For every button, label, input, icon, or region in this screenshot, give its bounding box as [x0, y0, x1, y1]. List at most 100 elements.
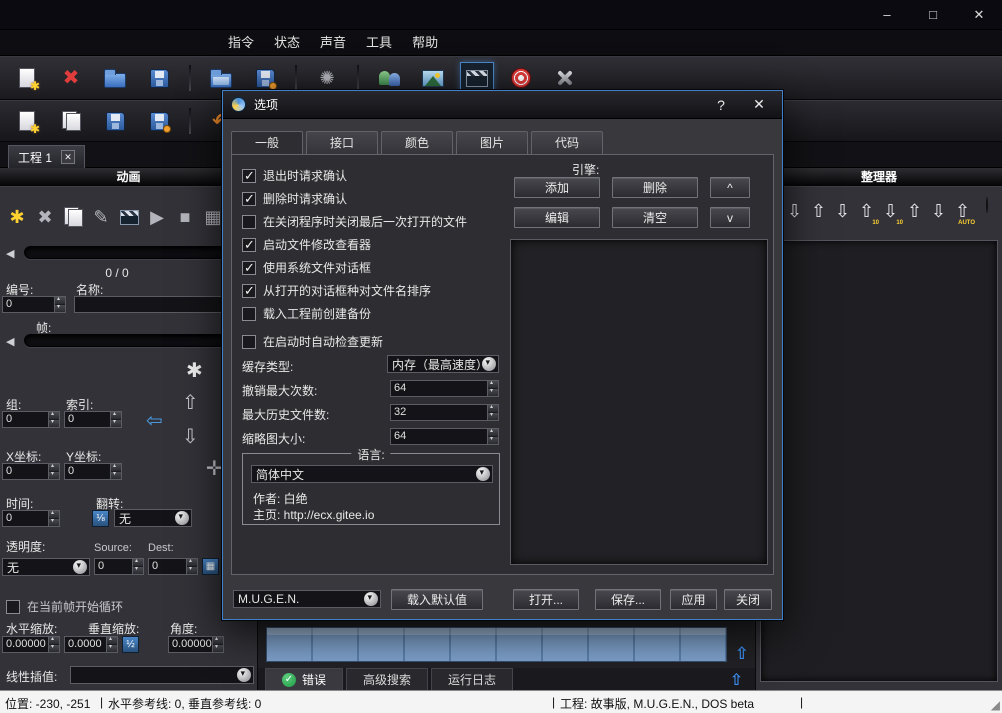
stepper[interactable]	[487, 405, 498, 420]
down-10-icon[interactable]: ⇩10	[879, 198, 902, 226]
stepper[interactable]	[487, 429, 498, 444]
frame-up-icon[interactable]: ⇧	[182, 390, 199, 415]
tab-errors[interactable]: ✓ 错误	[265, 668, 343, 690]
open-button[interactable]: 打开...	[513, 589, 579, 610]
stepper[interactable]	[106, 637, 117, 652]
copy-item-button[interactable]	[54, 105, 88, 137]
stepper[interactable]	[48, 511, 59, 526]
vscale-spinner[interactable]: 0.0000	[64, 636, 118, 653]
check-updates-row[interactable]: 在启动时自动检查更新	[242, 333, 383, 350]
tab-images[interactable]: 图片	[456, 131, 528, 155]
menu-item-tools[interactable]: 工具	[356, 30, 402, 56]
engine-list[interactable]	[510, 239, 768, 565]
dialog-help-button[interactable]: ?	[706, 97, 736, 113]
interp-dropdown[interactable]	[70, 666, 254, 684]
close-button[interactable]: ✕	[956, 0, 1002, 30]
timeline-up-icon[interactable]: ⇧	[735, 644, 749, 664]
stepper[interactable]	[132, 559, 143, 574]
stepper[interactable]	[48, 464, 59, 479]
stepper[interactable]	[186, 559, 197, 574]
group-spinner[interactable]: 0	[2, 411, 60, 428]
engine-clear-button[interactable]: 清空	[612, 207, 698, 228]
tab-code[interactable]: 代码	[531, 131, 603, 155]
close-project-button[interactable]: ✖	[54, 62, 88, 94]
tab-project-1[interactable]: 工程 1 ✕	[8, 145, 85, 168]
menu-item-help[interactable]: 帮助	[402, 30, 448, 56]
engine-delete-button[interactable]: 删除	[612, 177, 698, 198]
stepper[interactable]	[110, 464, 121, 479]
up-one-icon[interactable]: ⇧	[807, 198, 830, 226]
timeline-track[interactable]	[266, 627, 727, 662]
checkbox[interactable]	[242, 215, 256, 229]
engine-edit-button[interactable]: 编辑	[514, 207, 600, 228]
palette-button[interactable]	[975, 198, 998, 226]
confirm-delete-row[interactable]: 删除时请求确认	[242, 190, 347, 207]
animation-slider[interactable]	[24, 246, 230, 259]
time-spinner[interactable]: 0	[2, 510, 60, 527]
index-spinner[interactable]: 0	[64, 411, 122, 428]
checkbox[interactable]	[242, 169, 256, 183]
close-tab-icon[interactable]: ✕	[61, 150, 75, 164]
language-dropdown[interactable]: 简体中文	[251, 465, 493, 483]
stepper[interactable]	[487, 381, 498, 396]
checkbox[interactable]	[242, 284, 256, 298]
open-project-button[interactable]	[98, 62, 132, 94]
flip-dropdown[interactable]: 无	[114, 509, 192, 527]
checkbox[interactable]	[242, 335, 256, 349]
down-icon[interactable]: ⇩	[783, 198, 806, 226]
anim-prev-icon[interactable]: ◀	[6, 247, 14, 260]
tab-run-log[interactable]: 运行日志	[431, 668, 513, 690]
frame-prev-icon[interactable]: ◀	[6, 335, 14, 348]
down-end-icon[interactable]: ⇩	[927, 198, 950, 226]
up-10-icon[interactable]: ⇧10	[855, 198, 878, 226]
dialog-close-button[interactable]: ✕	[744, 96, 774, 113]
engine-select-dropdown[interactable]: M.U.G.E.N.	[233, 590, 381, 608]
checkbox[interactable]	[242, 192, 256, 206]
checkbox[interactable]	[242, 261, 256, 275]
engine-up-button[interactable]: ^	[710, 177, 750, 198]
scroll-up-icon[interactable]: ⇧	[730, 670, 743, 690]
frame-down-icon[interactable]: ⇩	[182, 424, 199, 449]
film-button[interactable]	[116, 205, 142, 229]
number-spinner[interactable]: 0	[2, 296, 66, 313]
close-last-file-row[interactable]: 在关闭程序时关闭最后一次打开的文件	[242, 213, 467, 230]
engine-add-button[interactable]: 添加	[514, 177, 600, 198]
new-item-button[interactable]: ✱	[10, 105, 44, 137]
edit-animation-button[interactable]: ✎	[88, 205, 114, 229]
y-coord-spinner[interactable]: 0	[64, 463, 122, 480]
save-as-button[interactable]	[142, 105, 176, 137]
file-watcher-row[interactable]: 启动文件修改查看器	[242, 236, 371, 253]
resize-grip[interactable]: ◢	[991, 698, 1000, 712]
max-history-spinner[interactable]: 32	[390, 404, 499, 421]
play-button[interactable]: ▶	[144, 205, 170, 229]
apply-button[interactable]: 应用	[670, 589, 717, 610]
auto-arrange-icon[interactable]: ⇧AUTO	[951, 198, 974, 226]
sort-filenames-row[interactable]: 从打开的对话框种对文件名排序	[242, 282, 431, 299]
organizer-list[interactable]	[760, 240, 998, 682]
system-dialogs-row[interactable]: 使用系统文件对话框	[242, 259, 371, 276]
x-coord-spinner[interactable]: 0	[2, 463, 60, 480]
hscale-spinner[interactable]: 0.00000	[2, 636, 60, 653]
backup-row[interactable]: 载入工程前创建备份	[242, 305, 371, 322]
time-ratio-icon[interactable]: ⅛	[92, 510, 109, 527]
tab-general[interactable]: 一般	[231, 131, 303, 155]
checkbox[interactable]	[242, 307, 256, 321]
save-item-button[interactable]	[98, 105, 132, 137]
loop-checkbox[interactable]	[6, 600, 20, 614]
confirm-exit-row[interactable]: 退出时请求确认	[242, 167, 347, 184]
frame-slider[interactable]	[24, 334, 230, 347]
asterisk-icon[interactable]: ✱	[186, 358, 203, 383]
stepper[interactable]	[54, 297, 65, 312]
dest-spinner[interactable]: 0	[148, 558, 198, 575]
save-project-button[interactable]	[142, 62, 176, 94]
engine-down-button[interactable]: v	[710, 207, 750, 228]
new-animation-button[interactable]: ✱	[4, 205, 30, 229]
alpha-dropdown[interactable]: 无	[2, 558, 90, 576]
up-end-icon[interactable]: ⇧	[903, 198, 926, 226]
cache-type-dropdown[interactable]: 内存（最高速度）	[387, 355, 499, 373]
tab-colors[interactable]: 颜色	[381, 131, 453, 155]
minimize-button[interactable]: –	[864, 0, 910, 30]
delete-animation-button[interactable]: ✖	[32, 205, 58, 229]
move-cross-icon[interactable]: ✛	[206, 456, 223, 481]
scale-ratio-icon[interactable]: ½	[122, 636, 139, 653]
